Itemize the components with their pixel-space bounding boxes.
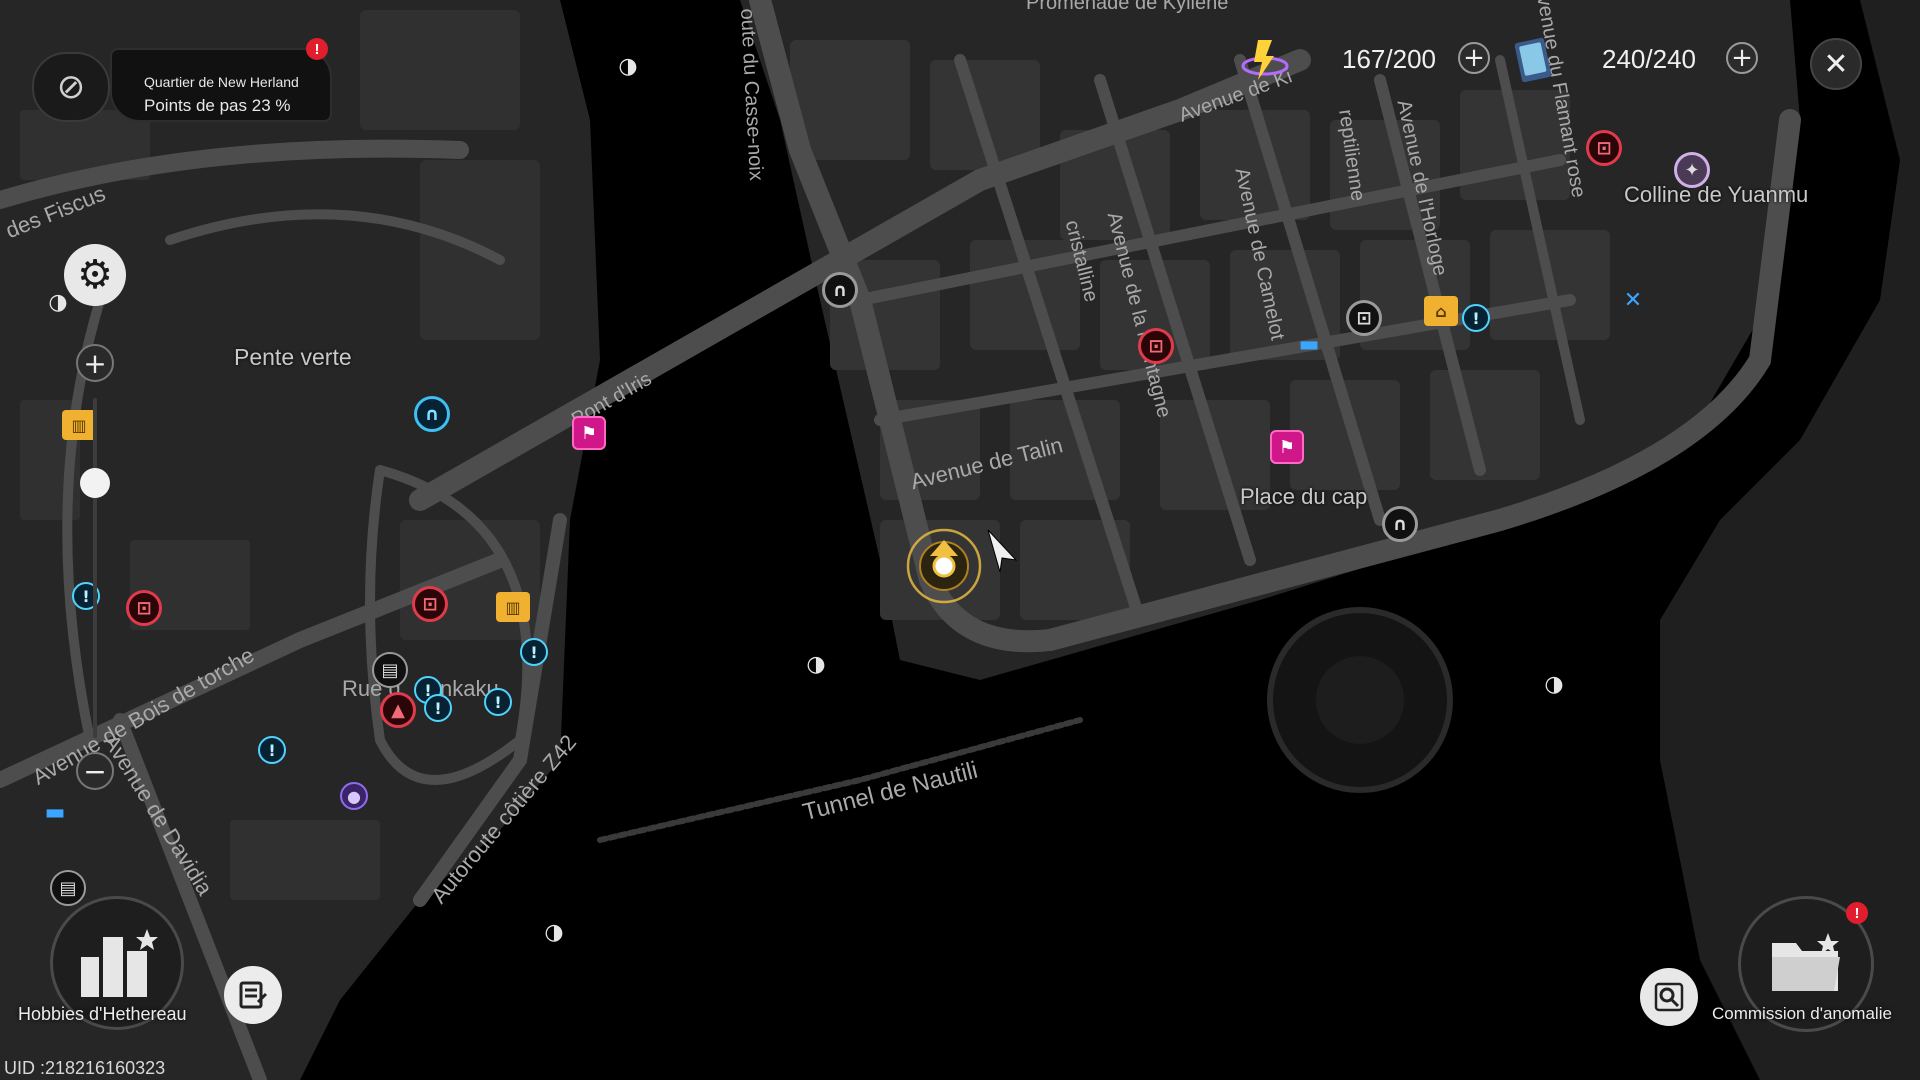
info-marker[interactable]: ! — [520, 638, 548, 666]
info-marker[interactable]: ! — [424, 694, 452, 722]
commission-alert-badge: ! — [1846, 902, 1868, 924]
city-map[interactable] — [0, 0, 1920, 1080]
info-marker[interactable]: ! — [484, 688, 512, 716]
commission-marker[interactable]: ⊡ — [1138, 328, 1174, 364]
zoom-slider-track[interactable] — [93, 398, 97, 738]
plus-icon: + — [83, 346, 107, 380]
commission-marker[interactable]: ⊡ — [412, 586, 448, 622]
search-map-button[interactable] — [1640, 968, 1698, 1026]
folder-icon — [1772, 933, 1840, 991]
location-alert-badge: ! — [306, 38, 328, 60]
info-marker[interactable]: ! — [258, 736, 286, 764]
portal-marker[interactable]: ∩ — [414, 396, 450, 432]
street-label-promenade: Promenade de Kyllène — [1026, 0, 1229, 14]
zoom-in-button[interactable]: + — [76, 344, 114, 382]
info-marker[interactable]: ! — [1462, 304, 1490, 332]
minus-icon: − — [83, 754, 107, 788]
card-add-button[interactable]: + — [1726, 42, 1758, 74]
settings-button[interactable]: ⚙ — [64, 244, 126, 306]
close-button[interactable]: ✕ — [1810, 38, 1862, 90]
vehicle-marker[interactable]: ▬ — [1292, 332, 1326, 357]
battery-add-button[interactable]: + — [1458, 42, 1490, 74]
zoom-slider-handle[interactable] — [80, 468, 110, 498]
user-id: UID :218216160323 — [4, 1058, 166, 1078]
commission-marker[interactable]: ▲ — [380, 692, 416, 728]
battery-resource: 167/200 + — [1240, 40, 1490, 80]
bangboo-marker[interactable]: ◑ — [1540, 670, 1568, 698]
zoom-out-button[interactable]: − — [76, 752, 114, 790]
commission-marker[interactable]: ⊡ — [126, 590, 162, 626]
card-pack-icon — [1514, 37, 1552, 83]
yuanmu-spirit-marker[interactable]: ✦ — [1674, 152, 1710, 188]
commission-label: Commission d'anomalie — [1712, 1004, 1892, 1023]
bangboo-marker[interactable]: ◑ — [540, 918, 568, 946]
compass-icon: ⊘ — [56, 67, 86, 107]
repair-marker[interactable]: ✕ — [1616, 288, 1650, 313]
area-label-place-cap: Place du cap — [1240, 484, 1368, 509]
battery-value: 167/200 — [1342, 44, 1436, 74]
bangboo-marker[interactable]: ◑ — [614, 52, 642, 80]
location-panel[interactable]: Quartier de New Herland Points de pas 23… — [110, 48, 332, 122]
notes-button[interactable] — [224, 966, 282, 1024]
bangboo-marker[interactable]: ◑ — [802, 650, 830, 678]
shop-marker[interactable]: ▥ — [496, 592, 530, 622]
area-label-collines: Colline de Yuanmu — [1624, 182, 1809, 207]
close-icon: ✕ — [1823, 46, 1849, 82]
compass-button[interactable]: ⊘ — [32, 52, 110, 122]
landmark-marker[interactable]: ⌂ — [1424, 296, 1458, 326]
hobbies-label: Hobbies d'Hethereau — [18, 1004, 187, 1024]
building-marker[interactable]: ▤ — [372, 652, 408, 688]
race-flag-marker[interactable]: ⚑ — [1270, 430, 1304, 464]
notepad-icon — [239, 981, 268, 1009]
vehicle-marker[interactable]: ▬ — [38, 800, 72, 825]
race-flag-marker[interactable]: ⚑ — [572, 416, 606, 450]
portal-marker[interactable]: ∩ — [1382, 506, 1418, 542]
card-value: 240/240 — [1602, 44, 1696, 74]
gear-icon: ⚙ — [77, 252, 113, 298]
search-icon — [1654, 982, 1684, 1012]
area-label-pente-verte: Pente verte — [234, 344, 352, 370]
portal-marker[interactable]: ∩ — [822, 272, 858, 308]
card-resource: 240/240 + — [1508, 37, 1758, 83]
building-marker[interactable]: ▤ — [50, 870, 86, 906]
city-buildings-icon — [81, 929, 158, 997]
npc-marker[interactable]: ● — [340, 782, 368, 810]
district-name: Quartier de New Herland — [144, 74, 299, 90]
roundabout-center — [1316, 656, 1404, 744]
battery-charge-icon — [1241, 40, 1289, 80]
district-progress: Points de pas 23 % — [144, 96, 291, 115]
shop-marker[interactable]: ▥ — [62, 410, 96, 440]
commission-marker-completed[interactable]: ⊡ — [1346, 300, 1382, 336]
commission-marker[interactable]: ⊡ — [1586, 130, 1622, 166]
bangboo-marker[interactable]: ◑ — [44, 288, 72, 316]
